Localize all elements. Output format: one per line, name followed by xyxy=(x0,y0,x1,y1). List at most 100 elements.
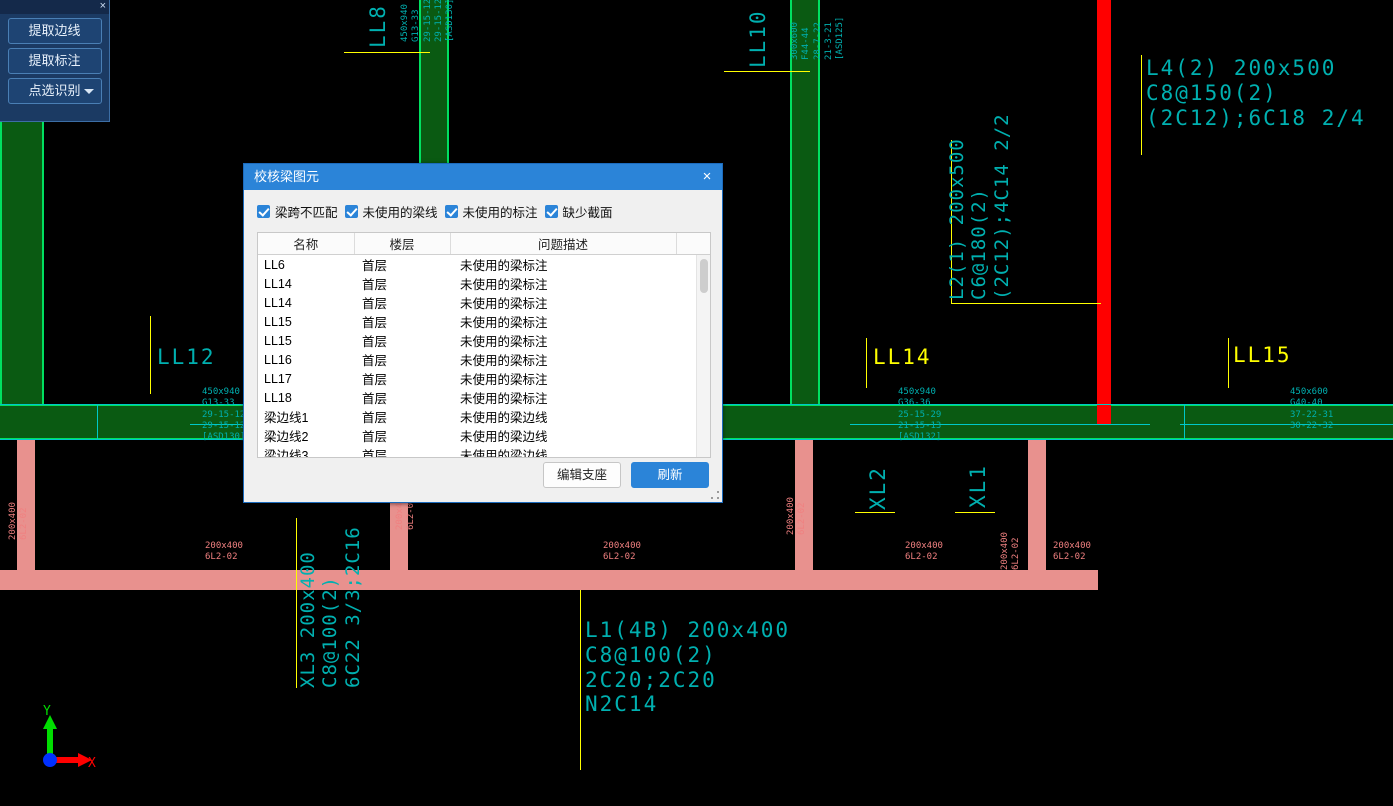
filter-unused-beam-line-label: 未使用的梁线 xyxy=(362,205,438,220)
edge-line-cyan xyxy=(1184,404,1185,440)
issues-grid[interactable]: 名称 楼层 问题描述 LL6 首层 未使用的梁标注 LL14 首层 未使用的梁标注 LL14… xyxy=(257,232,711,458)
extract-toolbar[interactable]: × 提取边线 提取标注 点选识别 xyxy=(0,0,110,122)
checkbox-unused-beam-line[interactable] xyxy=(344,204,358,218)
filter-unused-beam-line[interactable]: 未使用的梁线 xyxy=(344,202,438,221)
table-row[interactable]: LL6 首层 未使用的梁标注 xyxy=(258,255,710,275)
checkbox-unused-annotation[interactable] xyxy=(444,204,458,218)
column-header-name[interactable]: 名称 xyxy=(258,233,355,255)
column-header-floor[interactable]: 楼层 xyxy=(354,233,451,255)
resize-grip[interactable] xyxy=(710,490,720,500)
filter-missing-section-label: 缺少截面 xyxy=(562,205,613,220)
section-label: 200x400 6L2-02 xyxy=(205,541,243,563)
column-header-description[interactable]: 问题描述 xyxy=(450,233,677,255)
cell-description: 未使用的梁边线 xyxy=(460,430,548,444)
beam-label-ll14: LL14 xyxy=(873,345,932,369)
extract-edge-line-button[interactable]: 提取边线 xyxy=(7,18,102,44)
cell-name: 梁边线1 xyxy=(264,411,309,425)
cell-name: LL18 xyxy=(264,390,292,405)
dim-block-ll10: 300x600 F44-44 28-7-22 21-3-21 [ASD125] xyxy=(790,16,845,60)
edge-line-cyan xyxy=(97,404,98,440)
checkbox-span-mismatch[interactable] xyxy=(257,204,270,218)
refresh-button[interactable]: 刷新 xyxy=(631,462,709,488)
section-label: 200x400 6L2-02 xyxy=(8,502,30,540)
cell-name: LL16 xyxy=(264,352,292,367)
axis-gizmo: Y X xyxy=(30,704,100,775)
extract-annotation-button[interactable]: 提取标注 xyxy=(7,48,102,74)
beam-label-ll12: LL12 xyxy=(157,345,216,369)
selected-line-yellow xyxy=(580,590,581,770)
dialog-title: 校核梁图元 xyxy=(254,169,320,184)
column-highlight xyxy=(1097,0,1111,424)
cad-canvas[interactable]: L4(2) 200x500 C8@150(2) (2C12);6C18 2/4 … xyxy=(0,0,1393,806)
cell-description: 未使用的梁边线 xyxy=(460,411,548,425)
table-row[interactable]: LL15 首层 未使用的梁标注 xyxy=(258,312,710,331)
grid-scrollbar-thumb[interactable] xyxy=(700,259,708,293)
table-row[interactable]: LL17 首层 未使用的梁标注 xyxy=(258,369,710,388)
cell-floor: 首层 xyxy=(362,335,388,349)
cell-name: LL15 xyxy=(264,333,292,348)
dialog-action-buttons: 编辑支座 刷新 xyxy=(543,462,709,488)
selected-line-yellow xyxy=(855,512,895,513)
cell-description: 未使用的梁标注 xyxy=(460,354,548,368)
table-row[interactable]: LL15 首层 未使用的梁标注 xyxy=(258,331,710,350)
table-row[interactable]: LL14 首层 未使用的梁标注 xyxy=(258,274,710,293)
issues-table: 名称 楼层 问题描述 LL6 首层 未使用的梁标注 LL14 首层 未使用的梁标注 LL14… xyxy=(258,233,710,458)
filter-unused-annotation[interactable]: 未使用的标注 xyxy=(444,202,538,221)
filter-missing-section[interactable]: 缺少截面 xyxy=(544,202,613,221)
issues-table-body: LL6 首层 未使用的梁标注 LL14 首层 未使用的梁标注 LL14 首层 未使用的梁标注 LL… xyxy=(258,255,710,458)
section-label: 200x400 6L2-02 xyxy=(1053,541,1091,563)
cell-description: 未使用的梁标注 xyxy=(460,335,548,349)
selected-line-yellow xyxy=(724,71,810,72)
table-row[interactable]: 梁边线3 首层 未使用的梁边线 xyxy=(258,445,710,458)
filter-unused-annotation-label: 未使用的标注 xyxy=(462,205,538,220)
cell-description: 未使用的梁标注 xyxy=(460,278,548,292)
dialog-body: 梁跨不匹配 未使用的梁线 未使用的标注 缺少截面 名称 楼层 问题描述 LL6 … xyxy=(244,190,722,502)
cell-floor: 首层 xyxy=(362,259,388,273)
cell-description: 未使用的梁标注 xyxy=(460,297,548,311)
cell-name: LL17 xyxy=(264,371,292,386)
edit-support-button[interactable]: 编辑支座 xyxy=(543,462,621,488)
selected-line-yellow xyxy=(951,303,1101,304)
dim-block-ll8: 450x940 G13-33 29-15-12 29-15-12 [ASD130… xyxy=(400,0,455,42)
cell-floor: 首层 xyxy=(362,373,388,387)
table-row[interactable]: 梁边线1 首层 未使用的梁边线 xyxy=(258,407,710,426)
filter-span-mismatch[interactable]: 梁跨不匹配 xyxy=(257,202,338,221)
cell-floor: 首层 xyxy=(362,354,388,368)
table-row[interactable]: LL16 首层 未使用的梁标注 xyxy=(258,350,710,369)
selected-line-yellow xyxy=(955,512,995,513)
section-label: 200x400 6L2-02 xyxy=(786,497,808,535)
extract-toolbar-titlebar[interactable]: × xyxy=(0,0,109,14)
dim-block-ll12: 450x940 G13-33 29-15-12 29-15-12 [ASD130… xyxy=(202,387,246,442)
dialog-titlebar[interactable]: 校核梁图元 × xyxy=(244,164,722,190)
table-row[interactable]: LL18 首层 未使用的梁标注 xyxy=(258,388,710,407)
cell-name: LL14 xyxy=(264,295,292,310)
column-header-spacer xyxy=(676,233,710,255)
cell-name: 梁边线3 xyxy=(264,449,309,458)
annotation-xl3: XL3 200x400 C8@100(2) 6C22 3/3;2C16 xyxy=(297,526,364,688)
cell-name: LL14 xyxy=(264,276,292,291)
beam-red-horizontal xyxy=(0,570,1098,590)
checkbox-missing-section[interactable] xyxy=(544,204,558,218)
beam-label-xl2: XL2 xyxy=(866,466,890,510)
beam-label-xl1: XL1 xyxy=(966,464,990,508)
cell-description: 未使用的梁边线 xyxy=(460,449,548,458)
close-icon[interactable]: × xyxy=(692,164,722,190)
close-icon[interactable]: × xyxy=(100,0,106,13)
grid-scrollbar[interactable] xyxy=(696,255,710,457)
table-row[interactable]: 梁边线2 首层 未使用的梁边线 xyxy=(258,426,710,445)
chevron-down-icon[interactable] xyxy=(83,89,94,94)
cell-floor: 首层 xyxy=(362,278,388,292)
selected-line-yellow xyxy=(1141,55,1142,155)
beam-green-vertical xyxy=(790,0,820,404)
filter-span-mismatch-label: 梁跨不匹配 xyxy=(275,205,338,220)
filter-checkbox-row: 梁跨不匹配 未使用的梁线 未使用的标注 缺少截面 xyxy=(257,200,709,222)
click-recognize-button[interactable]: 点选识别 xyxy=(7,78,102,104)
svg-text:Y: Y xyxy=(43,705,51,719)
check-beam-elements-dialog[interactable]: 校核梁图元 × 梁跨不匹配 未使用的梁线 未使用的标注 缺少截面 名称 楼层 问… xyxy=(243,163,723,503)
annotation-l4: L4(2) 200x500 C8@150(2) (2C12);6C18 2/4 xyxy=(1146,56,1366,130)
cell-description: 未使用的梁标注 xyxy=(460,259,548,273)
click-recognize-label: 点选识别 xyxy=(28,83,81,98)
table-row[interactable]: LL14 首层 未使用的梁标注 xyxy=(258,293,710,312)
selected-line-yellow xyxy=(150,316,151,394)
cell-description: 未使用的梁标注 xyxy=(460,373,548,387)
